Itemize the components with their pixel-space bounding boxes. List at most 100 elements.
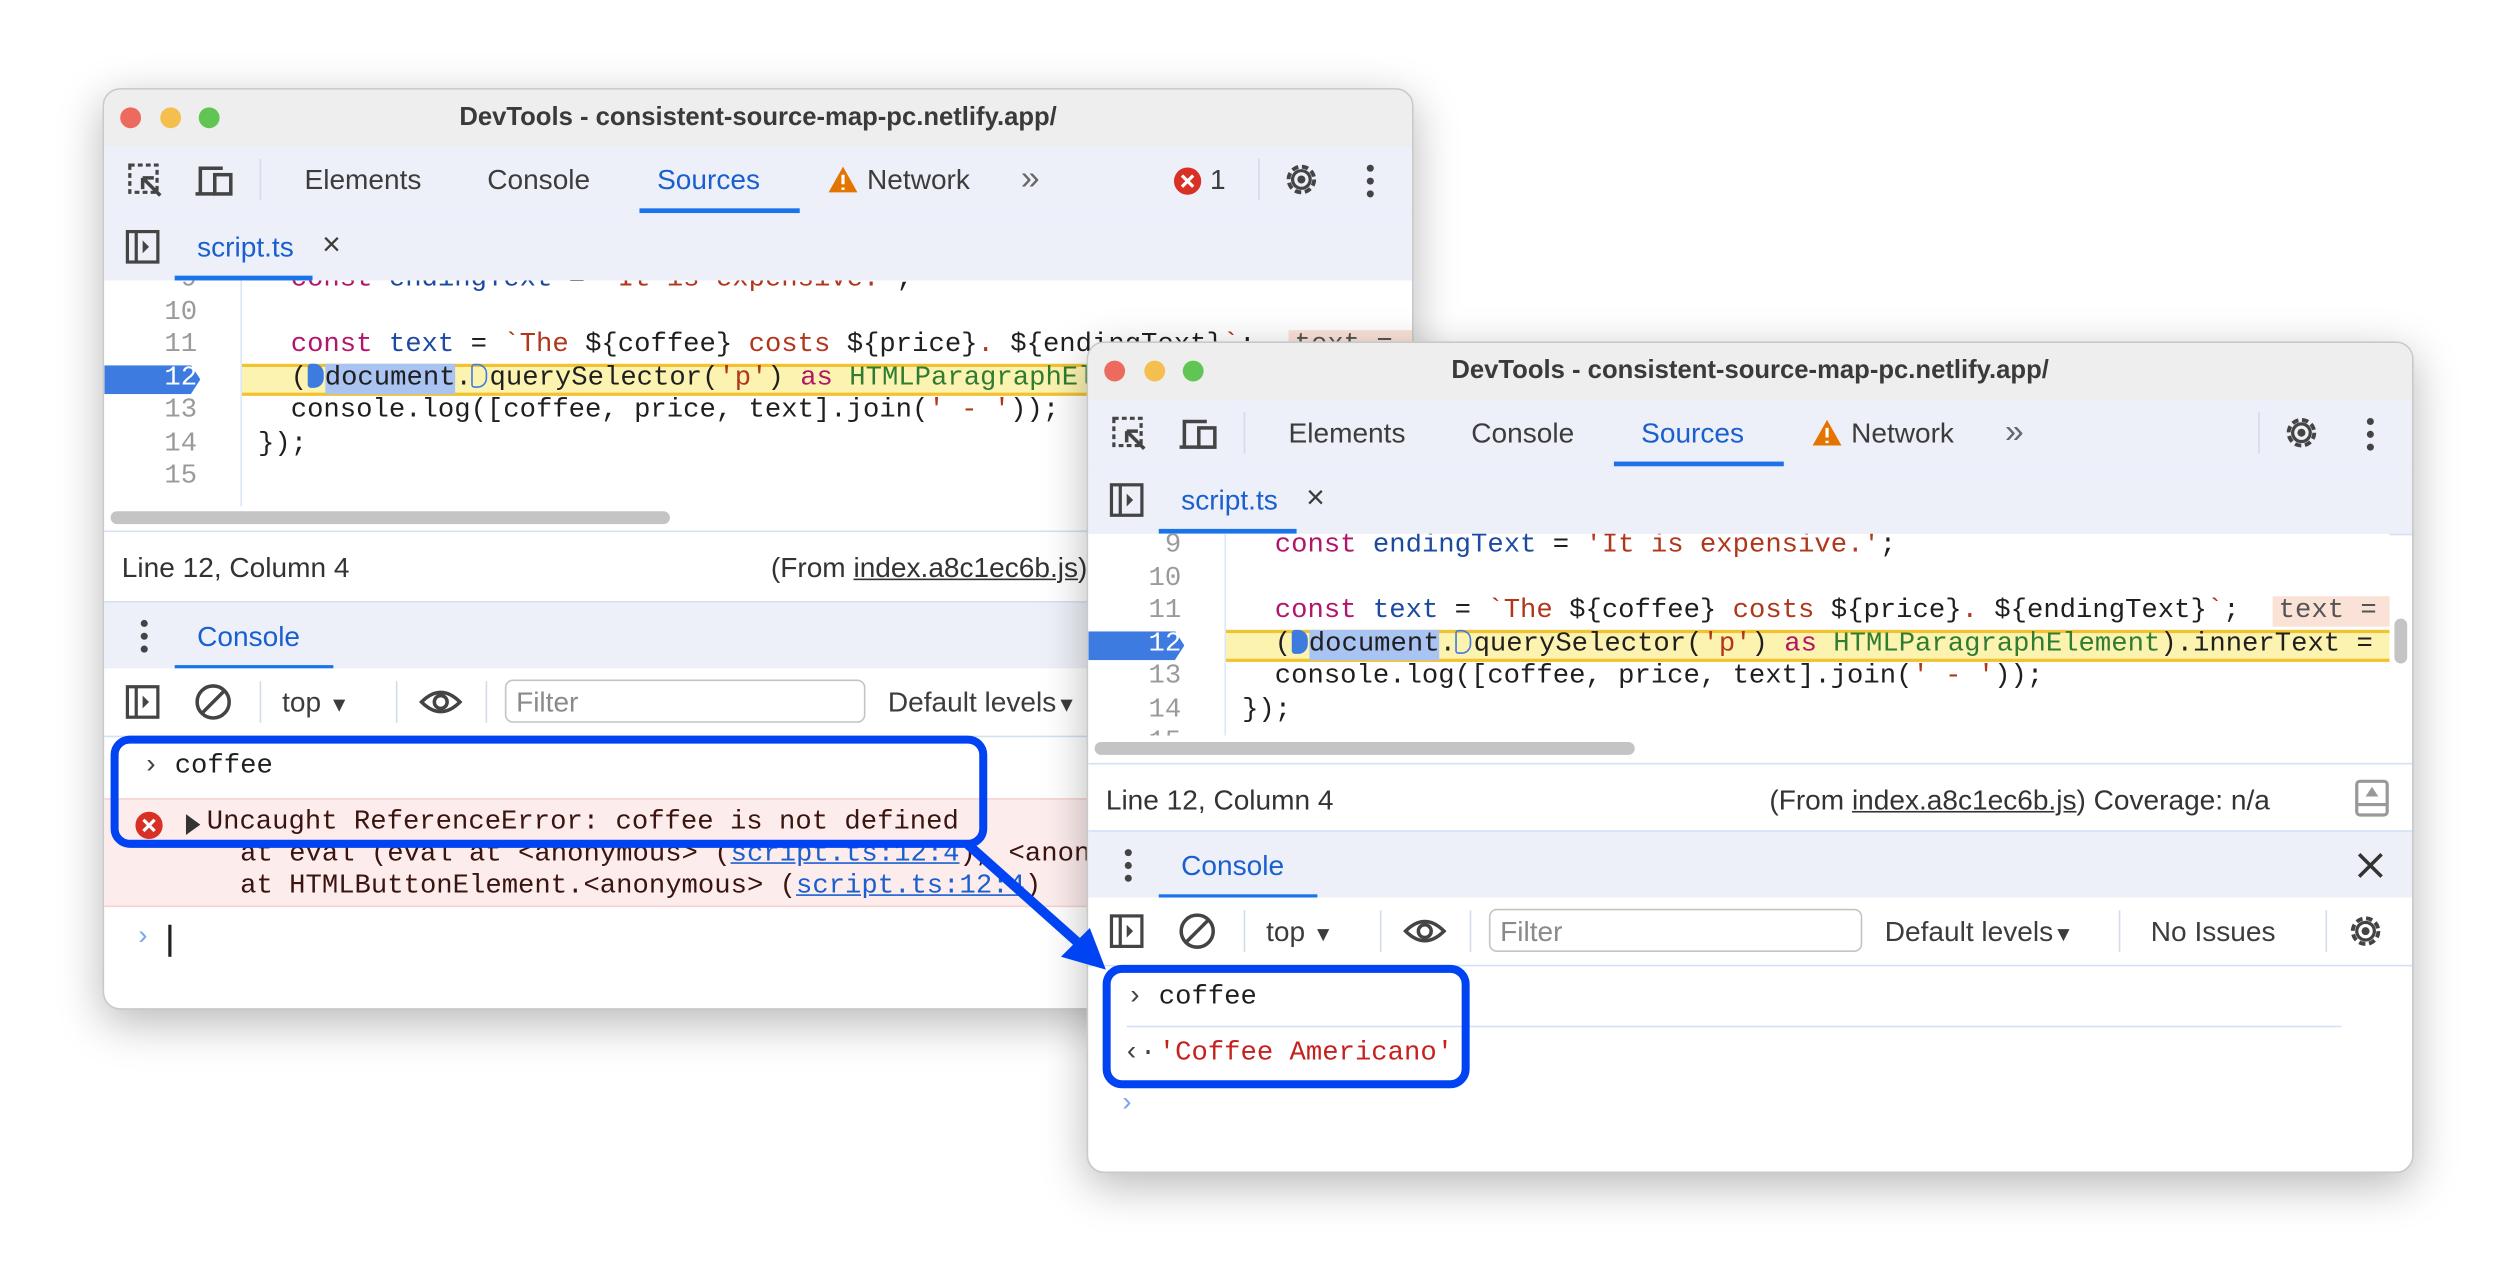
more-options-icon[interactable] [2364, 415, 2377, 453]
line-number[interactable]: 9 [104, 280, 197, 297]
code-line[interactable]: 15 [1088, 728, 2389, 736]
code-token: }); [1242, 694, 1292, 726]
tab-elements[interactable]: Elements [305, 163, 422, 197]
code-editor[interactable]: 9 const endingText = 'It is expensive.';… [1088, 533, 2390, 736]
error-count[interactable]: 1 [1210, 163, 1226, 197]
inline-breakpoint-icon[interactable] [1291, 629, 1308, 654]
drawer-menu-icon[interactable] [1122, 846, 1135, 884]
close-file-tab-icon[interactable]: × [1306, 481, 1325, 518]
line-number[interactable]: 15 [104, 462, 197, 495]
scrollbar-thumb[interactable] [110, 511, 670, 525]
error-icon[interactable] [1173, 167, 1202, 196]
code-line[interactable]: 11 const text = `The ${coffee} costs ${p… [1088, 596, 2390, 629]
source-map-link[interactable]: index.a8c1ec6b.js [1852, 784, 2077, 816]
code-line[interactable]: 10 [104, 297, 1412, 330]
live-expression-eye-icon[interactable] [418, 684, 463, 719]
tab-elements[interactable]: Elements [1289, 417, 1406, 451]
divider [1243, 411, 1246, 454]
code-line[interactable]: 12 (document. querySelector('p') as HTMLP… [1088, 629, 2390, 662]
line-number[interactable]: 11 [1088, 596, 1181, 629]
inspect-element-icon[interactable] [127, 162, 165, 200]
line-number[interactable]: 10 [104, 297, 197, 330]
log-levels-value: Default levels [1884, 915, 2054, 948]
line-number[interactable]: 13 [104, 396, 197, 429]
title-bar: DevTools - consistent-source-map-pc.netl… [1088, 342, 2413, 401]
tab-console[interactable]: Console [1471, 417, 1574, 451]
toggle-navigator-icon[interactable] [125, 229, 160, 264]
tab-sources[interactable]: Sources [657, 163, 760, 197]
file-tab-script-ts[interactable]: script.ts [197, 231, 294, 265]
inline-breakpoint-icon[interactable] [1455, 629, 1472, 654]
settings-gear-icon[interactable] [2282, 413, 2320, 451]
tab-console[interactable]: Console [487, 163, 590, 197]
more-tabs-chevron-icon[interactable]: » [2005, 413, 2024, 451]
scrollbar-thumb[interactable] [1094, 742, 1635, 755]
code-line[interactable]: 9 const endingText = 'It is expensive.'; [104, 280, 1412, 297]
prompt-chevron-icon: › [1118, 1089, 1136, 1121]
editor-tab-row: script.ts × [1088, 466, 2413, 536]
close-file-tab-icon[interactable]: × [322, 228, 341, 265]
code-line[interactable]: 14}); [1088, 695, 2389, 728]
coverage-panel-icon[interactable] [2354, 779, 2389, 817]
code-token: HTMLParagraphElement [1833, 629, 2161, 660]
line-number[interactable]: 15 [1088, 728, 1181, 736]
code-token: ; [1879, 533, 1897, 561]
device-toolbar-icon[interactable] [1178, 415, 1223, 453]
highlight-box-result [1102, 964, 1470, 1089]
drawer-menu-icon[interactable] [138, 617, 151, 655]
tab-network[interactable]: Network [1851, 417, 1954, 451]
vertical-scrollbar-thumb[interactable] [2394, 618, 2408, 664]
log-levels-value: Default levels [887, 685, 1057, 719]
settings-gear-icon[interactable] [1282, 160, 1320, 198]
filter-input[interactable]: Filter [1488, 908, 1863, 952]
status-bar: Line 12, Column 4 (From index.a8c1ec6b.j… [1088, 762, 2413, 835]
line-number[interactable]: 14 [1088, 695, 1181, 728]
line-number[interactable]: 11 [104, 330, 197, 363]
more-tabs-chevron-icon[interactable]: » [1021, 160, 1040, 198]
inline-breakpoint-icon[interactable] [307, 363, 324, 388]
console-settings-gear-icon[interactable] [2346, 912, 2384, 950]
code-line[interactable]: 13 console.log([coffee, price, text].joi… [1088, 662, 2389, 695]
clear-console-icon[interactable] [1178, 912, 1216, 950]
drawer-tab-console[interactable]: Console [1181, 849, 1284, 883]
line-number[interactable]: 12 [1088, 629, 1181, 662]
context-selector[interactable]: top ▼ [1266, 915, 1333, 949]
code-line[interactable]: 9 const endingText = 'It is expensive.'; [1088, 534, 2389, 564]
toggle-navigator-icon[interactable] [1109, 482, 1144, 517]
line-number[interactable]: 12 [104, 363, 197, 396]
issues-button[interactable]: No Issues [2151, 915, 2276, 949]
code-token: endingText [389, 280, 553, 294]
code-token: ' - ' [1912, 661, 1995, 693]
log-levels-dropdown[interactable]: Default levels▼ [1885, 915, 2074, 949]
source-map-link[interactable]: index.a8c1ec6b.js [853, 551, 1078, 583]
device-toolbar-icon[interactable] [194, 162, 239, 200]
close-drawer-icon[interactable] [2356, 851, 2385, 880]
code-line[interactable]: 10 [1088, 563, 2389, 596]
console-sidebar-icon[interactable] [125, 684, 160, 719]
line-number[interactable]: 14 [104, 429, 197, 462]
clear-console-icon[interactable] [194, 683, 232, 721]
console-prompt[interactable]: › [1088, 1083, 2412, 1131]
filter-input[interactable]: Filter [504, 679, 866, 723]
line-number[interactable]: 10 [1088, 563, 1181, 596]
drawer-tab-console[interactable]: Console [197, 620, 300, 654]
horizontal-scrollbar[interactable] [1088, 735, 2413, 763]
code-token: . [977, 330, 1011, 361]
code-text: }); [1242, 695, 1291, 728]
log-levels-dropdown[interactable]: Default levels▼ [888, 686, 1077, 720]
line-number[interactable]: 13 [1088, 662, 1181, 695]
live-expression-eye-icon[interactable] [1402, 914, 1447, 949]
tab-network[interactable]: Network [867, 163, 970, 197]
more-options-icon[interactable] [1364, 162, 1377, 200]
file-tab-script-ts[interactable]: script.ts [1181, 484, 1278, 518]
inspect-element-icon[interactable] [1111, 415, 1149, 453]
line-number[interactable]: 9 [1088, 534, 1181, 564]
context-selector[interactable]: top ▼ [282, 686, 349, 720]
code-token: console.log([coffee, price, text].join( [258, 395, 929, 427]
tab-sources[interactable]: Sources [1641, 417, 1744, 451]
code-token: `The [503, 330, 586, 361]
inline-breakpoint-icon[interactable] [471, 363, 488, 388]
